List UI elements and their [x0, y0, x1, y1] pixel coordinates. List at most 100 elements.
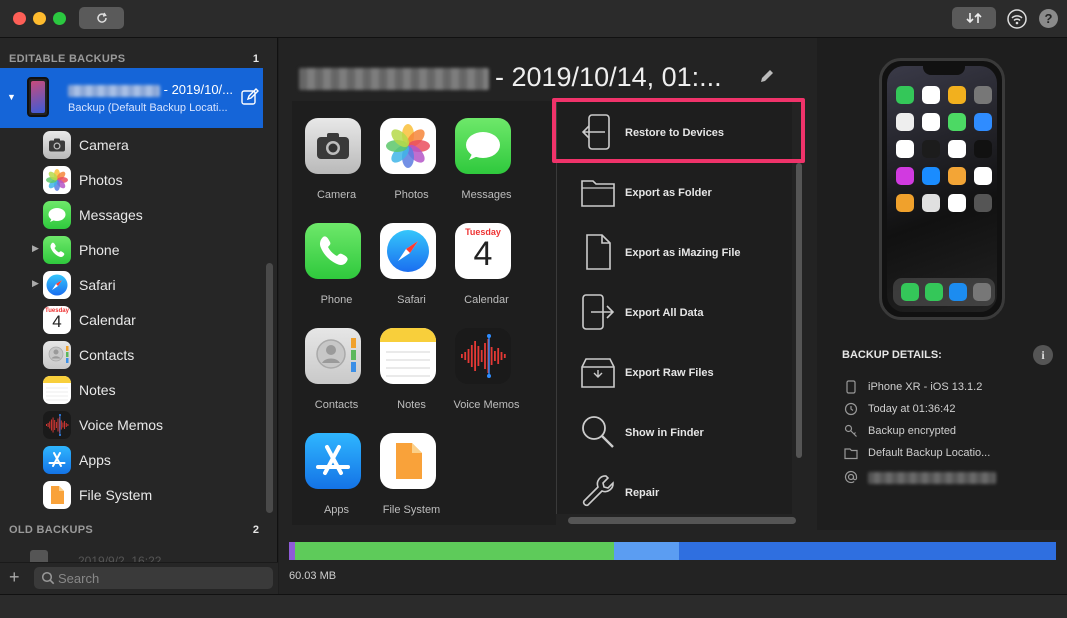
file-icon — [586, 234, 611, 270]
sidebar-item-contacts[interactable]: Contacts — [0, 338, 263, 373]
device-backup-row[interactable]: ▼ - 2019/10/... Backup (Default Backup L… — [0, 68, 263, 128]
notes-icon — [380, 328, 436, 384]
page-title: - 2019/10/14, 01:... — [299, 62, 722, 93]
edit-icon[interactable] — [240, 87, 260, 107]
folder-icon — [581, 180, 615, 207]
app-tile-calendar[interactable]: Tuesday 4 Calendar — [449, 206, 524, 306]
sidebar-item-messages[interactable]: Messages — [0, 198, 263, 233]
app-tile-apps[interactable]: Apps — [299, 416, 374, 516]
info-button[interactable]: i — [1033, 345, 1053, 365]
sidebar-item-label: Camera — [79, 137, 129, 153]
phone-icon — [901, 283, 919, 301]
action-repair[interactable]: Repair — [557, 461, 793, 521]
iphone-notch — [923, 66, 965, 75]
transfer-button[interactable] — [952, 7, 996, 29]
action-export-raw-files[interactable]: Export Raw Files — [557, 341, 793, 401]
messages-icon — [43, 201, 71, 229]
transfer-icon — [966, 12, 982, 24]
home-screen-app-icon — [896, 194, 914, 212]
add-button[interactable]: + — [9, 567, 20, 588]
app-tile-safari[interactable]: Safari — [374, 206, 449, 306]
photos-icon — [380, 118, 436, 174]
action-show-in-finder[interactable]: Show in Finder — [557, 401, 793, 461]
safari-icon — [43, 271, 71, 299]
zoom-window-button[interactable] — [53, 12, 66, 25]
storage-size-label: 60.03 MB — [289, 570, 337, 582]
app-tile-notes[interactable]: Notes — [374, 311, 449, 411]
action-label: Export Raw Files — [625, 367, 714, 379]
sidebar-item-apps[interactable]: Apps — [0, 443, 263, 478]
app-tile-camera[interactable]: Camera — [299, 101, 374, 201]
app-tile-label: Messages — [461, 189, 512, 201]
sidebar-item-notes[interactable]: Notes — [0, 373, 263, 408]
detail-text: Default Backup Locatio... — [868, 447, 991, 459]
home-screen-app-icon — [974, 167, 992, 185]
minimize-window-button[interactable] — [33, 12, 46, 25]
actions-horizontal-scrollbar[interactable] — [568, 517, 796, 524]
sidebar-item-file-system[interactable]: File System — [0, 478, 263, 513]
redacted-email — [868, 472, 996, 484]
app-tile-label: Voice Memos — [453, 399, 520, 411]
wifi-sync-icon[interactable] — [1006, 8, 1028, 30]
iphone-screen — [887, 66, 997, 312]
storage-segment-light-blue — [614, 542, 679, 560]
app-tile-contacts[interactable]: Contacts — [299, 311, 374, 411]
actions-scrollbar[interactable] — [796, 163, 802, 458]
app-tile-file-system[interactable]: File System — [374, 416, 449, 516]
detail-row: Default Backup Locatio... — [842, 445, 1062, 463]
sidebar-item-photos[interactable]: Photos — [0, 163, 263, 198]
disclosure-right-icon[interactable]: ▶ — [32, 243, 39, 254]
help-button[interactable]: ? — [1039, 9, 1058, 28]
folder-icon — [844, 448, 858, 460]
app-tile-voice-memos[interactable]: Voice Memos — [449, 311, 524, 411]
sidebar-item-camera[interactable]: Camera — [0, 128, 263, 163]
device-subtitle: Backup (Default Backup Locati... — [68, 102, 228, 114]
sidebar-item-label: Voice Memos — [79, 417, 164, 433]
app-tile-phone[interactable]: Phone — [299, 206, 374, 306]
sidebar-item-voice-memos[interactable]: Voice Memos — [0, 408, 263, 443]
search-icon — [41, 571, 55, 585]
voice-memos-icon — [43, 411, 71, 439]
phone-outline-icon — [846, 380, 856, 394]
disclosure-right-icon[interactable]: ▶ — [32, 278, 39, 289]
action-export-as-imazing-file[interactable]: Export as iMazing File — [557, 221, 793, 281]
wrench-icon — [582, 475, 614, 507]
action-export-all-data[interactable]: Export All Data — [557, 281, 793, 341]
restore-highlight-box — [552, 98, 805, 163]
sidebar-item-phone[interactable]: ▶ Phone — [0, 233, 263, 268]
sidebar-item-label: Apps — [79, 452, 111, 468]
key-icon — [844, 424, 857, 437]
action-label: Export All Data — [625, 307, 704, 319]
app-store-icon — [43, 446, 71, 474]
search-input[interactable] — [58, 570, 258, 586]
camera-icon — [43, 131, 71, 159]
detail-row: iPhone XR - iOS 13.1.2 — [842, 379, 1062, 397]
action-export-as-folder[interactable]: Export as Folder — [557, 161, 793, 221]
sidebar-item-calendar[interactable]: Tuesday 4 Calendar — [0, 303, 263, 338]
home-screen-app-icon — [974, 194, 992, 212]
apps-grid: Camera Photos Messages Phone Safari Tuesday 4 C… — [292, 101, 556, 525]
app-tile-label: Calendar — [464, 294, 509, 306]
photos-icon — [43, 166, 71, 194]
detail-row: Backup encrypted — [842, 423, 1062, 441]
disclosure-down-icon[interactable]: ▼ — [7, 92, 16, 102]
home-screen-app-icon — [896, 167, 914, 185]
backup-details-header: BACKUP DETAILS: — [842, 349, 942, 361]
refresh-button[interactable] — [79, 7, 124, 29]
camera-icon — [305, 118, 361, 174]
search-box[interactable] — [34, 567, 273, 589]
pencil-icon[interactable] — [759, 68, 775, 84]
editable-backups-header: EDITABLE BACKUPS — [9, 53, 126, 65]
device-backup-date: - 2019/10/... — [163, 82, 234, 97]
file-system-icon — [380, 433, 436, 489]
sidebar-item-safari[interactable]: ▶ Safari — [0, 268, 263, 303]
action-label: Show in Finder — [625, 427, 704, 439]
sidebar-item-label: Safari — [79, 277, 116, 293]
sidebar-scrollbar[interactable] — [266, 263, 273, 513]
magnifier-icon — [582, 416, 614, 448]
detail-text: iPhone XR - iOS 13.1.2 — [868, 381, 983, 393]
backup-date-title: - 2019/10/14, 01:... — [495, 62, 722, 92]
app-tile-messages[interactable]: Messages — [449, 101, 524, 201]
app-tile-photos[interactable]: Photos — [374, 101, 449, 201]
close-window-button[interactable] — [13, 12, 26, 25]
